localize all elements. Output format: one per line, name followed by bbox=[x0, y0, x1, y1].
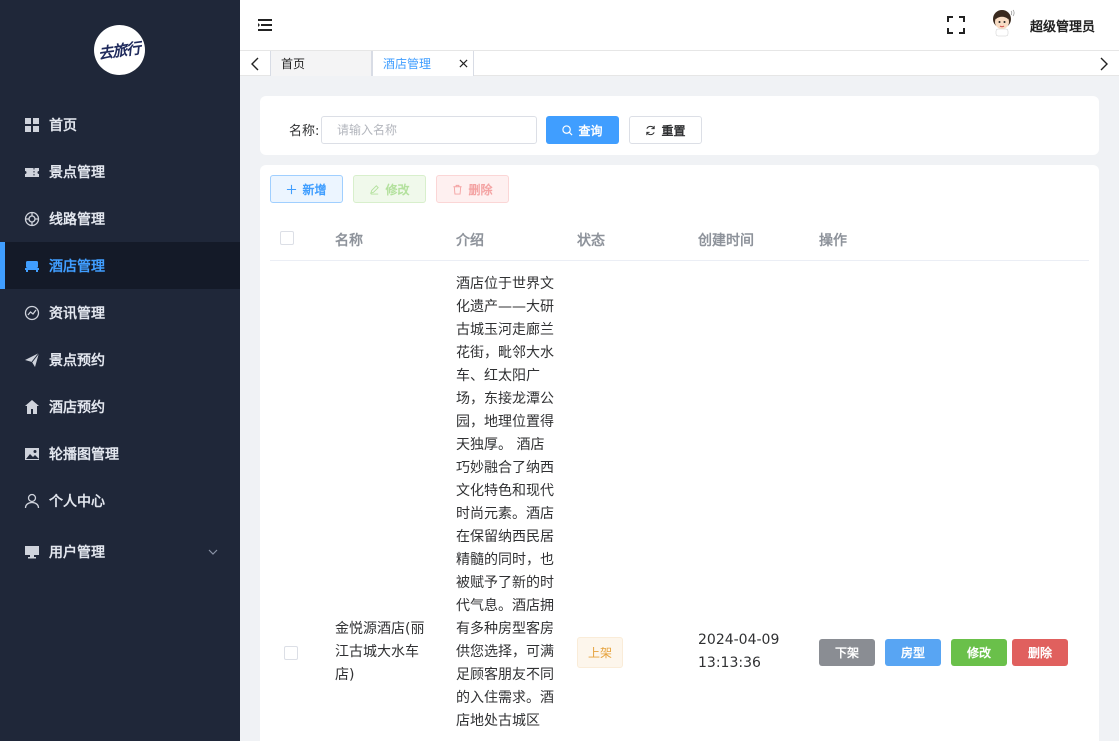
sidebar-item-label: 酒店预约 bbox=[49, 399, 105, 416]
reset-button[interactable]: 重置 bbox=[629, 116, 702, 144]
tab-home[interactable]: 首页 bbox=[270, 51, 372, 76]
menu-toggle-icon[interactable] bbox=[257, 17, 273, 33]
table-header: 名称 介绍 状态 创建时间 操作 bbox=[270, 215, 1089, 261]
fullscreen-icon[interactable] bbox=[947, 16, 965, 34]
sidebar-menu: 首页 景点管理 线路管理 酒店管理 资讯管理 景点预约 酒店预约 轮播图管理 个… bbox=[0, 101, 240, 580]
sidebar-item-profile[interactable]: 个人中心 bbox=[0, 477, 240, 524]
news-icon bbox=[24, 305, 40, 321]
tab-label: 酒店管理 bbox=[383, 57, 432, 71]
name-search-input[interactable] bbox=[321, 116, 537, 144]
column-header-name[interactable]: 名称 bbox=[335, 230, 363, 250]
add-button[interactable]: 新增 bbox=[270, 175, 343, 203]
bed-icon bbox=[24, 258, 40, 274]
column-header-created[interactable]: 创建时间 bbox=[698, 230, 754, 250]
created-time: 2024-04-09 13:13:36 bbox=[698, 632, 780, 671]
edit-button[interactable]: 修改 bbox=[353, 175, 426, 203]
tags-scroll-left[interactable] bbox=[240, 51, 270, 76]
sidebar-item-label: 酒店管理 bbox=[49, 258, 105, 275]
row-edit-button[interactable]: 修改 bbox=[951, 639, 1007, 666]
room-type-button[interactable]: 房型 bbox=[885, 639, 941, 666]
tab-label: 首页 bbox=[281, 57, 306, 71]
user-icon bbox=[24, 493, 40, 509]
reset-button-label: 重置 bbox=[661, 123, 686, 138]
plus-icon bbox=[287, 184, 297, 194]
ticket-icon bbox=[24, 164, 40, 180]
tab-hotel-management[interactable]: 酒店管理 bbox=[372, 51, 474, 76]
hotel-table-panel: 新增 修改 删除 名称 介绍 状态 创建时间 操作 金悦源酒店(丽江古城大水车店… bbox=[260, 165, 1099, 741]
row-delete-button[interactable]: 删除 bbox=[1012, 639, 1068, 666]
tags-bar: 首页 酒店管理 bbox=[240, 51, 1119, 76]
delete-button-label: 删除 bbox=[468, 182, 493, 197]
house-icon bbox=[24, 399, 40, 415]
route-icon bbox=[24, 211, 40, 227]
sidebar-item-scenic[interactable]: 景点管理 bbox=[0, 148, 240, 195]
logo-text: 去旅行 bbox=[97, 38, 142, 63]
chevron-down-icon bbox=[208, 549, 218, 555]
column-header-actions: 操作 bbox=[819, 233, 847, 249]
sidebar-item-hotel-booking[interactable]: 酒店预约 bbox=[0, 383, 240, 430]
name-label: 名称: bbox=[289, 124, 320, 139]
sidebar-item-label: 轮播图管理 bbox=[49, 446, 119, 463]
add-button-label: 新增 bbox=[302, 182, 327, 197]
chevron-left-icon bbox=[251, 57, 259, 70]
sidebar-item-hotel[interactable]: 酒店管理 bbox=[0, 242, 240, 289]
chevron-right-icon bbox=[1100, 57, 1108, 70]
refresh-icon bbox=[646, 125, 656, 135]
monitor-icon bbox=[24, 544, 40, 560]
column-header-intro[interactable]: 介绍 bbox=[456, 230, 484, 250]
sidebar-item-label: 用户管理 bbox=[49, 545, 105, 561]
select-all-checkbox[interactable] bbox=[280, 231, 294, 245]
tags-scroll-right[interactable] bbox=[1089, 51, 1119, 76]
sidebar-item-label: 资讯管理 bbox=[49, 305, 105, 322]
hotel-intro: 酒店位于世界文化遗产——大研古城玉河走廊兰花街，毗邻大水车、红太阳广场，东接龙潭… bbox=[456, 276, 554, 729]
query-button[interactable]: 查询 bbox=[546, 116, 619, 144]
trash-icon bbox=[453, 184, 463, 195]
delete-button[interactable]: 删除 bbox=[436, 175, 509, 203]
sidebar-item-label: 景点预约 bbox=[49, 352, 105, 369]
sidebar-item-news[interactable]: 资讯管理 bbox=[0, 289, 240, 336]
grid-icon bbox=[24, 117, 40, 133]
sidebar-item-users[interactable]: 用户管理 bbox=[0, 524, 240, 580]
status-badge: 上架 bbox=[577, 637, 623, 668]
column-header-status[interactable]: 状态 bbox=[577, 230, 605, 250]
sidebar-item-label: 首页 bbox=[49, 117, 77, 134]
search-panel: 名称: 查询 重置 bbox=[260, 96, 1099, 155]
edit-button-label: 修改 bbox=[385, 182, 410, 197]
sidebar-item-home[interactable]: 首页 bbox=[0, 101, 240, 148]
query-button-label: 查询 bbox=[578, 123, 603, 138]
close-icon[interactable] bbox=[457, 57, 469, 69]
take-down-button[interactable]: 下架 bbox=[819, 639, 875, 666]
row-checkbox[interactable] bbox=[284, 646, 298, 660]
sidebar-item-label: 线路管理 bbox=[49, 211, 105, 228]
top-header: 超级管理员 bbox=[240, 0, 1119, 51]
sidebar: 去旅行 首页 景点管理 线路管理 酒店管理 资讯管理 景点预约 酒店预约 轮播图… bbox=[0, 0, 240, 741]
username[interactable]: 超级管理员 bbox=[1030, 16, 1095, 35]
hotel-name: 金悦源酒店(丽江古城大水车店) bbox=[335, 621, 425, 683]
sidebar-item-label: 个人中心 bbox=[49, 493, 105, 510]
edit-icon bbox=[370, 184, 380, 195]
sidebar-item-route[interactable]: 线路管理 bbox=[0, 195, 240, 242]
paper-plane-icon bbox=[24, 352, 40, 368]
avatar[interactable] bbox=[990, 7, 1016, 37]
sidebar-item-scenic-booking[interactable]: 景点预约 bbox=[0, 336, 240, 383]
sidebar-item-carousel[interactable]: 轮播图管理 bbox=[0, 430, 240, 477]
search-icon bbox=[562, 124, 573, 136]
sidebar-item-label: 景点管理 bbox=[49, 164, 105, 181]
app-logo[interactable]: 去旅行 bbox=[94, 25, 145, 75]
image-icon bbox=[24, 446, 40, 462]
